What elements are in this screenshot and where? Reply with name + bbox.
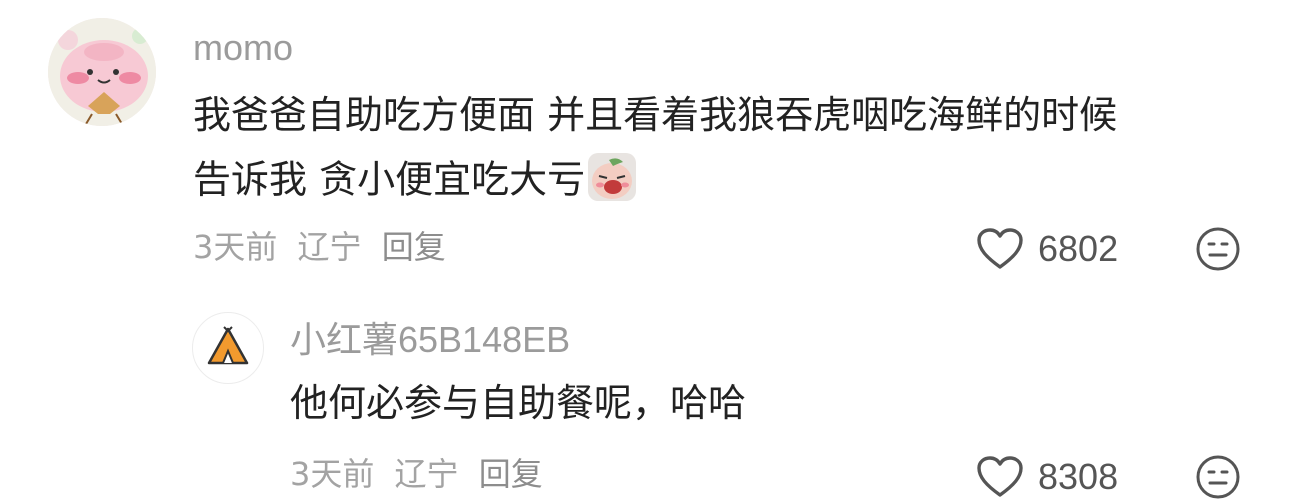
neutral-face-icon: [1196, 227, 1240, 271]
comment-item: momo 我爸爸自助吃方便面 并且看着我狼吞虎咽吃海鲜的时候 告诉我 贪小便宜吃…: [0, 0, 1290, 290]
pink-character-avatar-icon: [48, 18, 156, 126]
reply-item: 小红薯65B148EB 他何必参与自助餐呢，哈哈 3天前 辽宁 回复 8308: [0, 290, 1290, 503]
comment-text-line-2-wrap: 告诉我 贪小便宜吃大亏: [193, 152, 637, 212]
emoji-reaction-button[interactable]: [1195, 226, 1241, 276]
comment-text-line-1: 我爸爸自助吃方便面 并且看着我狼吞虎咽吃海鲜的时候: [193, 93, 1118, 137]
comment-location: 辽宁: [297, 228, 362, 266]
heart-outline-icon: [977, 456, 1023, 497]
crying-face-sticker-icon: [587, 152, 637, 212]
reply-like-button[interactable]: 8308: [976, 454, 1118, 500]
reply-emoji-reaction-button[interactable]: [1195, 454, 1241, 504]
reply-username[interactable]: 小红薯65B148EB: [290, 320, 570, 360]
reply-location: 辽宁: [394, 455, 459, 493]
reply-reply-button[interactable]: 回复: [479, 455, 543, 493]
reply-time: 3天前: [290, 455, 375, 493]
comment-meta: 3天前 辽宁 回复: [193, 228, 446, 266]
comment-text-line-2: 告诉我 贪小便宜吃大亏: [193, 157, 586, 202]
reply-like-count: 8308: [1038, 456, 1119, 497]
reply-meta: 3天前 辽宁 回复: [290, 455, 543, 493]
comment-time: 3天前: [193, 228, 278, 266]
avatar[interactable]: [48, 18, 156, 126]
reply-text: 他何必参与自助餐呢，哈哈: [290, 381, 747, 425]
neutral-face-icon: [1196, 455, 1240, 499]
like-count: 6802: [1038, 228, 1119, 269]
tent-avatar-icon: [207, 326, 249, 365]
heart-outline-icon: [977, 228, 1023, 269]
avatar[interactable]: [192, 312, 264, 384]
reply-button[interactable]: 回复: [382, 228, 446, 266]
like-button[interactable]: 6802: [976, 226, 1118, 272]
comment-username[interactable]: momo: [193, 28, 293, 68]
